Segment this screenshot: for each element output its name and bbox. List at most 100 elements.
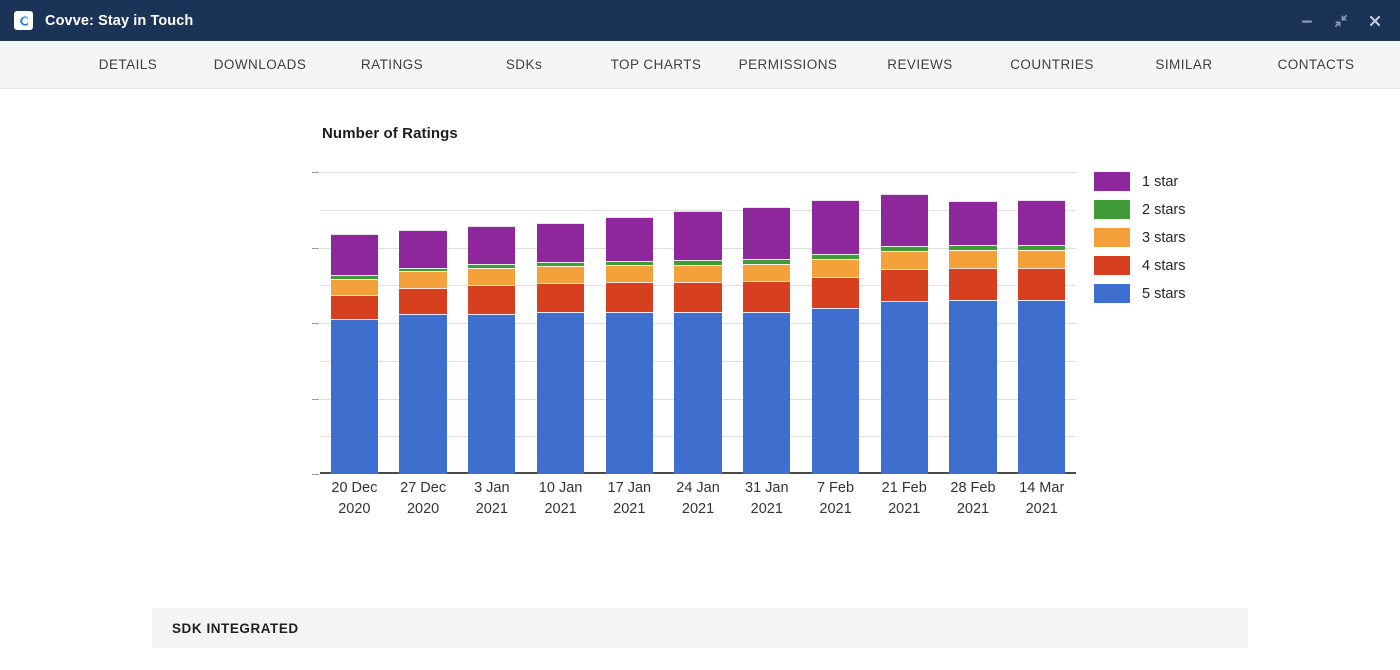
bar-segment-4-stars[interactable]: [537, 283, 584, 312]
bar-slot: 7 Feb 2021: [801, 172, 870, 474]
minimize-icon[interactable]: [1298, 12, 1316, 30]
bar-segment-1-star[interactable]: [949, 201, 996, 244]
bar-segment-4-stars[interactable]: [949, 268, 996, 299]
legend-swatch: [1094, 172, 1130, 191]
bar-segment-4-stars[interactable]: [674, 282, 721, 312]
legend-item-4-stars[interactable]: 4 stars: [1094, 256, 1186, 275]
nav-items: DETAILS DOWNLOADS RATINGS SDKs TOP CHART…: [62, 57, 1382, 72]
bar-slot: 27 Dec 2020: [389, 172, 458, 474]
stacked-bar[interactable]: [674, 211, 721, 474]
bar-segment-1-star[interactable]: [468, 226, 515, 264]
window-title: Covve: Stay in Touch: [45, 13, 193, 29]
main-navigation: DETAILS DOWNLOADS RATINGS SDKs TOP CHART…: [0, 41, 1400, 89]
bar-segment-3-stars[interactable]: [674, 265, 721, 283]
bar-segment-5-stars[interactable]: [1018, 300, 1065, 474]
bar-segment-5-stars[interactable]: [881, 301, 928, 474]
bar-segment-3-stars[interactable]: [949, 250, 996, 268]
y-axis-tick-mark: [312, 474, 319, 475]
stacked-bar[interactable]: [606, 217, 653, 474]
x-axis-tick-label: 28 Feb 2021: [939, 478, 1008, 520]
window-titlebar: Covve: Stay in Touch: [0, 0, 1400, 41]
stacked-bar[interactable]: [399, 230, 446, 474]
bar-segment-1-star[interactable]: [674, 211, 721, 259]
bar-segment-3-stars[interactable]: [399, 271, 446, 288]
bar-segment-3-stars[interactable]: [606, 265, 653, 282]
ratings-chart-plot: 020040060080020 Dec 202027 Dec 20203 Jan…: [320, 172, 1076, 474]
bar-slot: 3 Jan 2021: [457, 172, 526, 474]
bar-segment-5-stars[interactable]: [812, 308, 859, 474]
legend-swatch: [1094, 284, 1130, 303]
bar-segment-1-star[interactable]: [1018, 200, 1065, 245]
bar-segment-5-stars[interactable]: [468, 314, 515, 474]
bar-slot: 28 Feb 2021: [939, 172, 1008, 474]
tab-downloads[interactable]: DOWNLOADS: [194, 57, 326, 72]
legend-label: 3 stars: [1142, 230, 1186, 246]
tab-sdks[interactable]: SDKs: [458, 57, 590, 72]
stacked-bar[interactable]: [331, 234, 378, 474]
bar-segment-4-stars[interactable]: [1018, 268, 1065, 300]
window-controls: [1298, 12, 1400, 30]
stacked-bar[interactable]: [468, 226, 515, 474]
bar-segment-4-stars[interactable]: [331, 295, 378, 320]
bar-segment-4-stars[interactable]: [399, 288, 446, 314]
stacked-bar[interactable]: [537, 223, 584, 474]
stacked-bar[interactable]: [743, 207, 790, 474]
bar-segment-4-stars[interactable]: [881, 269, 928, 301]
bar-segment-3-stars[interactable]: [743, 264, 790, 281]
bar-segment-3-stars[interactable]: [537, 266, 584, 283]
tab-permissions[interactable]: PERMISSIONS: [722, 57, 854, 72]
legend-item-1-star[interactable]: 1 star: [1094, 172, 1186, 191]
tab-ratings[interactable]: RATINGS: [326, 57, 458, 72]
bar-segment-1-star[interactable]: [743, 207, 790, 259]
bar-slot: 31 Jan 2021: [732, 172, 801, 474]
restore-icon[interactable]: [1332, 12, 1350, 30]
tab-top-charts[interactable]: TOP CHARTS: [590, 57, 722, 72]
stacked-bar[interactable]: [1018, 200, 1065, 474]
stacked-bar[interactable]: [949, 201, 996, 474]
tab-reviews[interactable]: REVIEWS: [854, 57, 986, 72]
bar-segment-4-stars[interactable]: [606, 282, 653, 312]
bar-segment-5-stars[interactable]: [331, 319, 378, 474]
bar-segment-3-stars[interactable]: [1018, 250, 1065, 268]
bar-segment-1-star[interactable]: [881, 194, 928, 246]
tab-countries[interactable]: COUNTRIES: [986, 57, 1118, 72]
sdk-section-title: SDK INTEGRATED: [172, 621, 299, 636]
tab-contacts[interactable]: CONTACTS: [1250, 57, 1382, 72]
bar-segment-1-star[interactable]: [537, 223, 584, 262]
bar-segment-5-stars[interactable]: [399, 314, 446, 474]
bar-segment-1-star[interactable]: [812, 200, 859, 254]
legend-item-5-stars[interactable]: 5 stars: [1094, 284, 1186, 303]
bar-segment-4-stars[interactable]: [468, 285, 515, 313]
x-axis-tick-label: 10 Jan 2021: [526, 478, 595, 520]
bar-slot: 24 Jan 2021: [664, 172, 733, 474]
bar-segment-1-star[interactable]: [606, 217, 653, 261]
bar-segment-5-stars[interactable]: [537, 312, 584, 474]
x-axis-tick-label: 20 Dec 2020: [320, 478, 389, 520]
legend-swatch: [1094, 228, 1130, 247]
legend-item-2-stars[interactable]: 2 stars: [1094, 200, 1186, 219]
tab-similar[interactable]: SIMILAR: [1118, 57, 1250, 72]
y-axis-tick-mark: [312, 248, 319, 249]
bar-segment-3-stars[interactable]: [881, 251, 928, 270]
bar-segment-3-stars[interactable]: [812, 259, 859, 277]
bar-segment-5-stars[interactable]: [674, 312, 721, 474]
bar-group: 20 Dec 202027 Dec 20203 Jan 202110 Jan 2…: [320, 172, 1076, 474]
bar-segment-4-stars[interactable]: [743, 281, 790, 312]
bar-segment-4-stars[interactable]: [812, 277, 859, 308]
bar-segment-1-star[interactable]: [399, 230, 446, 268]
sdk-integrated-section[interactable]: SDK INTEGRATED: [152, 608, 1248, 648]
stacked-bar[interactable]: [812, 200, 859, 474]
legend-item-3-stars[interactable]: 3 stars: [1094, 228, 1186, 247]
bar-segment-5-stars[interactable]: [949, 300, 996, 474]
bar-segment-3-stars[interactable]: [468, 268, 515, 285]
stacked-bar[interactable]: [881, 194, 928, 474]
bar-segment-3-stars[interactable]: [331, 279, 378, 295]
legend-swatch: [1094, 200, 1130, 219]
x-axis-tick-label: 24 Jan 2021: [664, 478, 733, 520]
legend-label: 1 star: [1142, 174, 1178, 190]
bar-segment-5-stars[interactable]: [743, 312, 790, 474]
bar-segment-5-stars[interactable]: [606, 312, 653, 474]
close-icon[interactable]: [1366, 12, 1384, 30]
tab-details[interactable]: DETAILS: [62, 57, 194, 72]
bar-segment-1-star[interactable]: [331, 234, 378, 275]
